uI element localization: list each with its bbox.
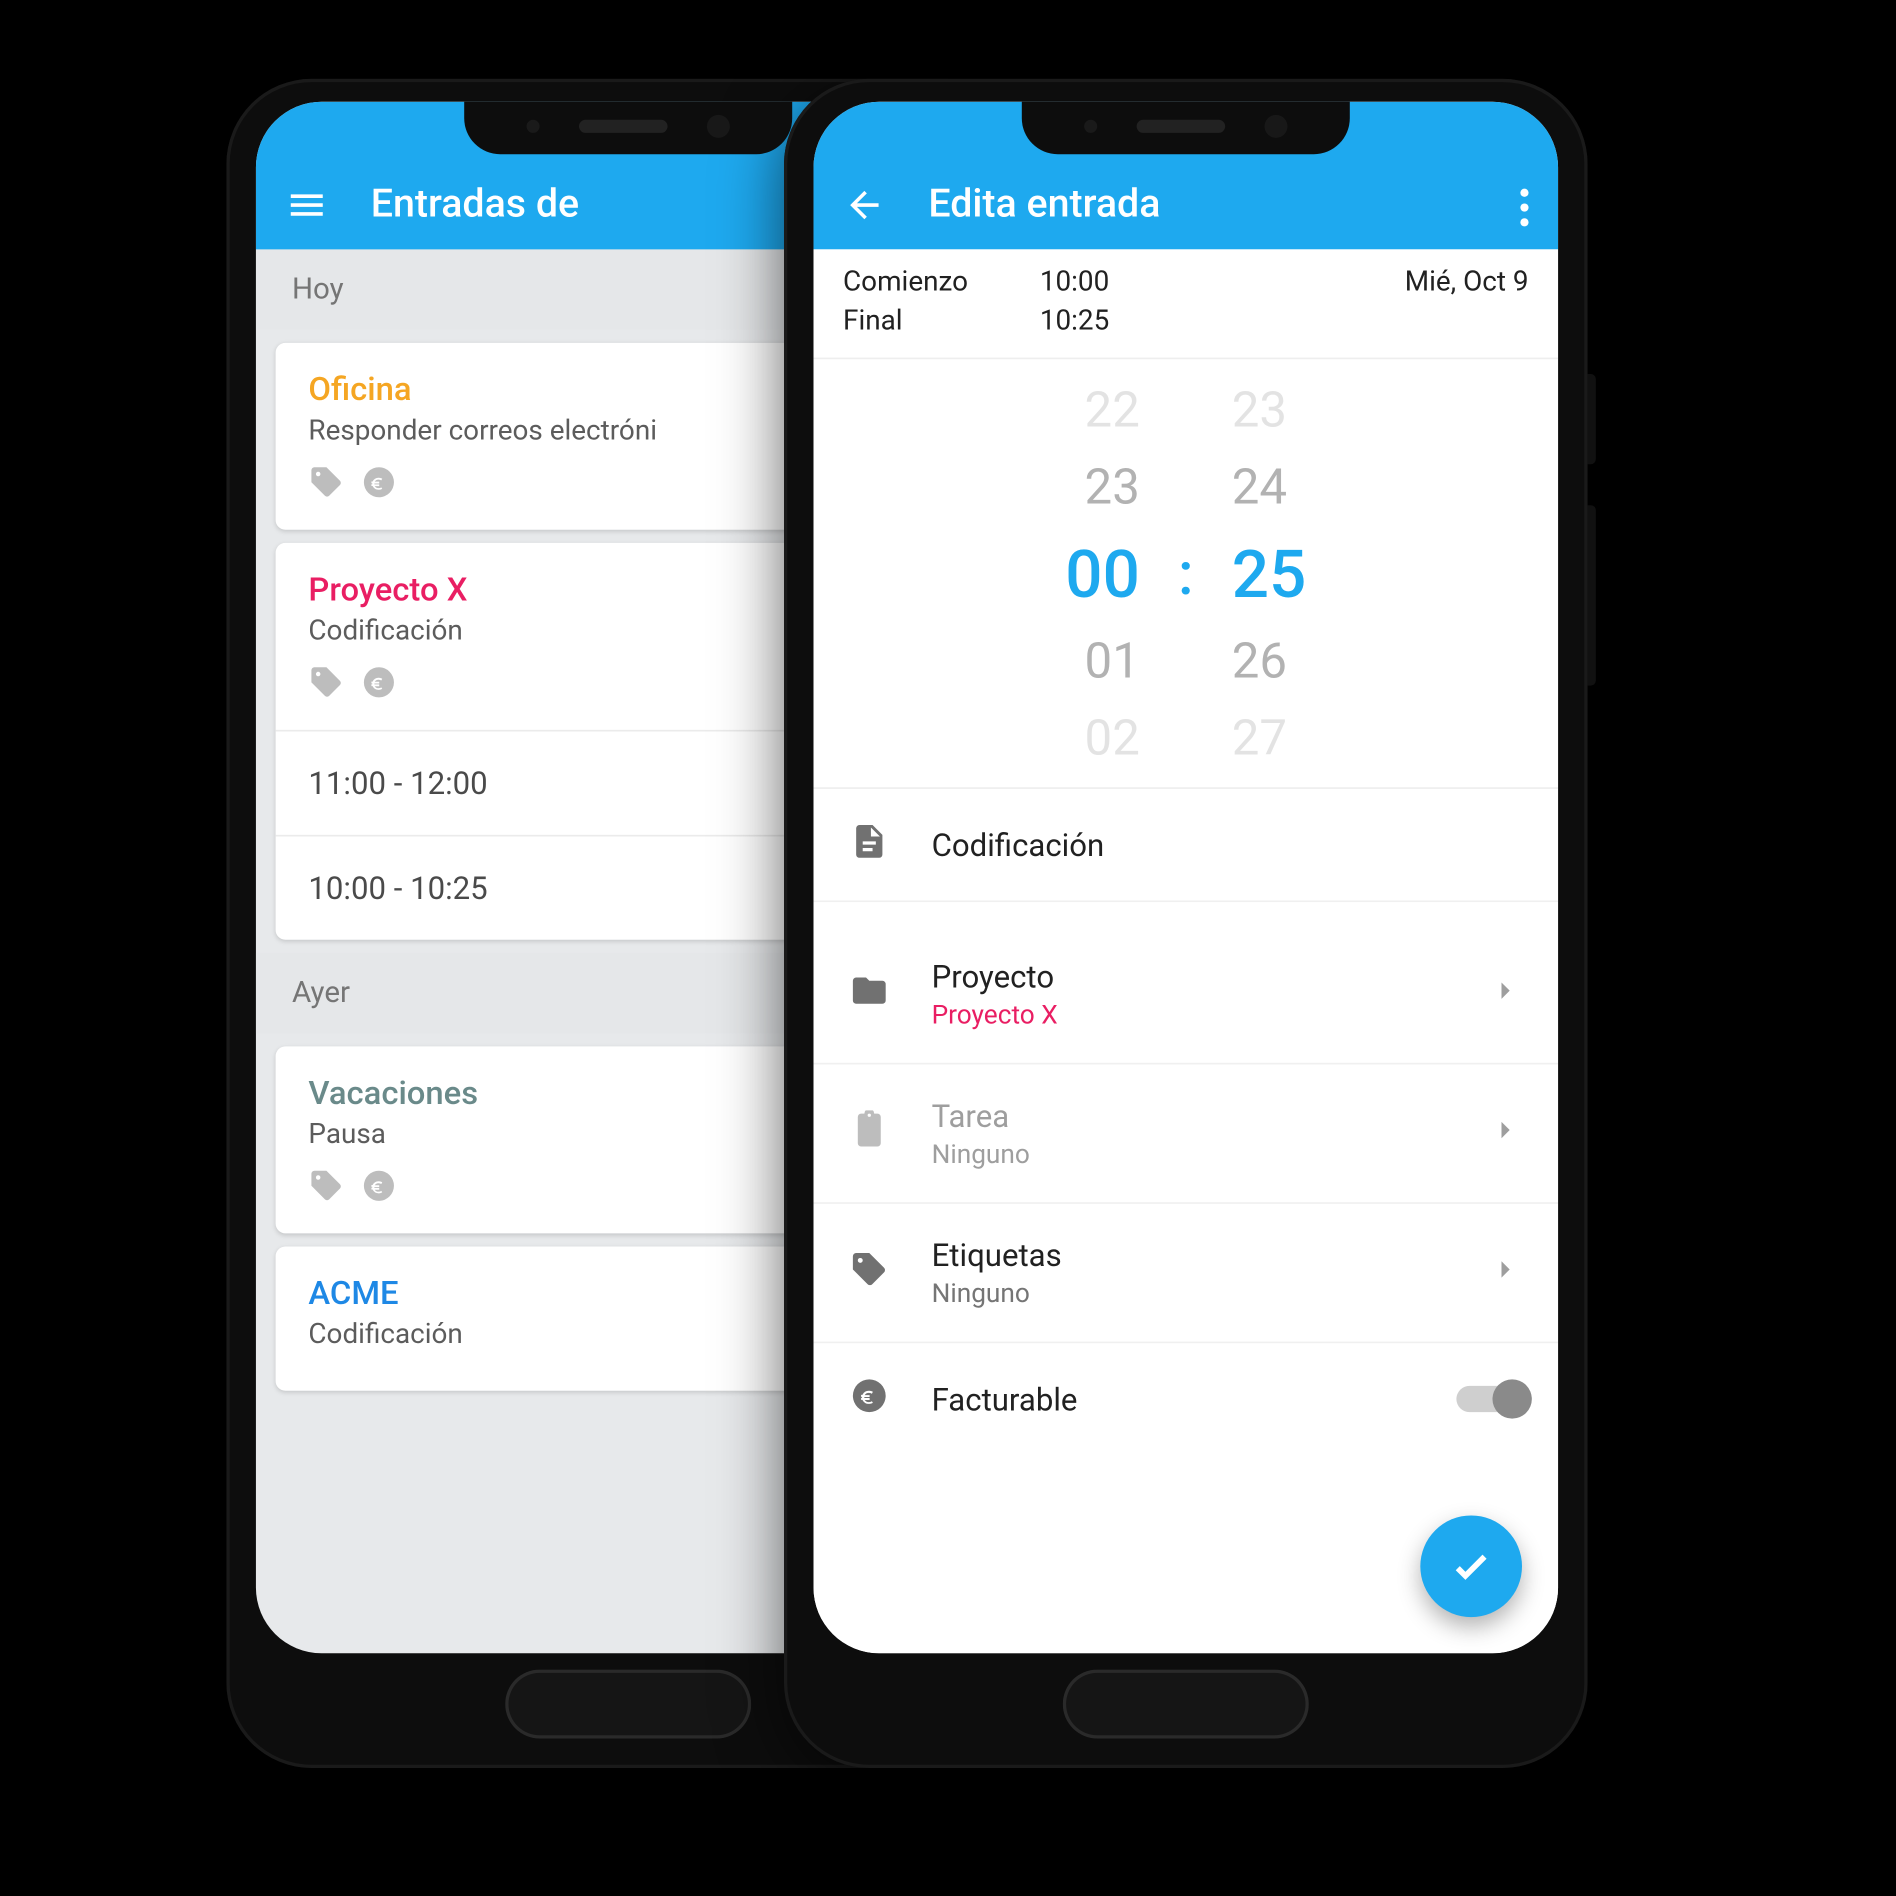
project-row[interactable]: Proyecto Proyecto X xyxy=(814,925,1559,1064)
notch xyxy=(1022,102,1350,154)
chevron-right-icon xyxy=(1489,974,1522,1013)
picker-minute[interactable]: 26 xyxy=(1232,633,1287,690)
start-label: Comienzo xyxy=(843,266,1000,299)
picker-minute[interactable]: 27 xyxy=(1232,710,1287,767)
power-button xyxy=(1588,374,1596,464)
task-row[interactable]: Tarea Ninguno xyxy=(814,1064,1559,1203)
volume-button xyxy=(1588,505,1596,685)
chevron-right-icon xyxy=(1489,1253,1522,1292)
project-value: Proyecto X xyxy=(932,999,1447,1030)
description-value: Codificación xyxy=(932,826,1522,864)
folder-icon xyxy=(850,971,889,1017)
picker-hour-selected[interactable]: 00 xyxy=(1065,536,1140,613)
billable-row[interactable]: Facturable xyxy=(814,1343,1559,1455)
picker-hour[interactable]: 22 xyxy=(1085,382,1140,439)
notch xyxy=(464,102,792,154)
euro-icon xyxy=(850,1376,889,1422)
tag-icon xyxy=(308,464,344,507)
tag-icon xyxy=(308,1168,344,1211)
euro-icon xyxy=(361,664,397,707)
back-icon[interactable] xyxy=(843,184,886,227)
home-button[interactable] xyxy=(1063,1670,1309,1739)
tag-icon xyxy=(850,1250,889,1296)
end-label: Final xyxy=(843,305,1000,338)
task-value: Ninguno xyxy=(932,1138,1447,1169)
euro-icon xyxy=(361,1168,397,1211)
phone-right: Edita entrada Comienzo 10:00 Mié, Oct 9 … xyxy=(784,79,1588,1768)
description-icon xyxy=(850,822,889,868)
picker-hour[interactable]: 23 xyxy=(1085,459,1140,516)
euro-icon xyxy=(361,464,397,507)
description-row[interactable]: Codificación xyxy=(814,789,1559,902)
picker-hour[interactable]: 01 xyxy=(1085,633,1140,690)
clipboard-icon xyxy=(850,1110,889,1156)
time-summary: Comienzo 10:00 Mié, Oct 9 Final 10:25 xyxy=(814,249,1559,357)
confirm-fab[interactable] xyxy=(1420,1515,1522,1617)
tag-icon xyxy=(308,664,344,707)
entry-date[interactable]: Mié, Oct 9 xyxy=(1405,266,1529,299)
picker-hour[interactable]: 02 xyxy=(1085,710,1140,767)
duration-picker[interactable]: 22 23 23 24 00 25 : 01 26 xyxy=(814,358,1559,789)
chevron-right-icon xyxy=(1489,1114,1522,1153)
end-time[interactable]: 10:25 xyxy=(1040,305,1109,338)
home-button[interactable] xyxy=(505,1670,751,1739)
appbar-title: Edita entrada xyxy=(928,180,1477,226)
hamburger-icon[interactable] xyxy=(285,184,328,227)
tags-label: Etiquetas xyxy=(932,1237,1447,1275)
picker-minute-selected[interactable]: 25 xyxy=(1232,536,1307,613)
tags-row[interactable]: Etiquetas Ninguno xyxy=(814,1204,1559,1343)
project-label: Proyecto xyxy=(932,958,1447,996)
picker-minute[interactable]: 23 xyxy=(1232,382,1287,439)
picker-minute[interactable]: 24 xyxy=(1232,459,1287,516)
billable-label: Facturable xyxy=(932,1380,1414,1418)
start-time[interactable]: 10:00 xyxy=(1040,266,1109,299)
picker-colon: : xyxy=(1178,539,1194,608)
tags-value: Ninguno xyxy=(932,1278,1447,1309)
task-label: Tarea xyxy=(932,1097,1447,1135)
more-icon[interactable] xyxy=(1520,189,1528,227)
billable-switch[interactable] xyxy=(1456,1386,1522,1412)
